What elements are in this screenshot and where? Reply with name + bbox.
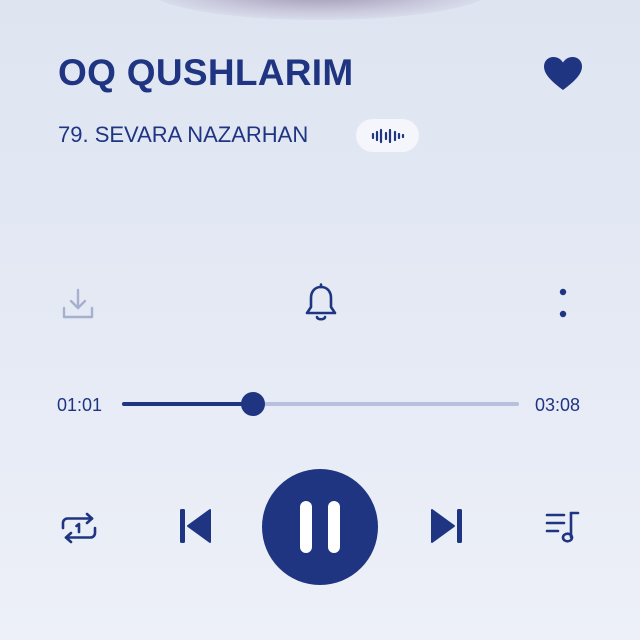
pause-icon — [300, 501, 340, 553]
download-icon — [62, 288, 94, 319]
total-time: 03:08 — [535, 395, 581, 415]
download-button[interactable] — [58, 284, 98, 324]
artist-name: 79. SEVARA NAZARHAN — [58, 122, 309, 147]
like-button[interactable] — [543, 56, 583, 92]
current-time: 01:01 — [57, 395, 103, 415]
audio-quality-badge[interactable] — [356, 119, 419, 152]
queue-music-icon — [545, 511, 580, 543]
progress-track[interactable] — [122, 392, 519, 416]
set-ringtone-button[interactable] — [300, 282, 342, 324]
progress-thumb[interactable] — [241, 392, 265, 416]
progress-fill — [122, 402, 253, 406]
more-options-button[interactable] — [550, 284, 576, 324]
sound-wave-icon — [371, 128, 404, 143]
album-art-edge — [150, 0, 490, 20]
previous-track-button[interactable] — [175, 506, 215, 546]
bell-icon — [305, 283, 337, 321]
next-track-button[interactable] — [427, 506, 467, 546]
repeat-one-icon — [61, 512, 97, 544]
repeat-button[interactable] — [58, 508, 100, 548]
heart-icon — [544, 57, 582, 90]
song-title: OQ QUSHLARIM — [58, 52, 354, 93]
skip-next-icon — [431, 509, 462, 543]
skip-previous-icon — [180, 509, 211, 543]
more-vertical-icon — [559, 288, 567, 318]
play-pause-button[interactable] — [262, 469, 378, 585]
queue-button[interactable] — [543, 507, 583, 547]
